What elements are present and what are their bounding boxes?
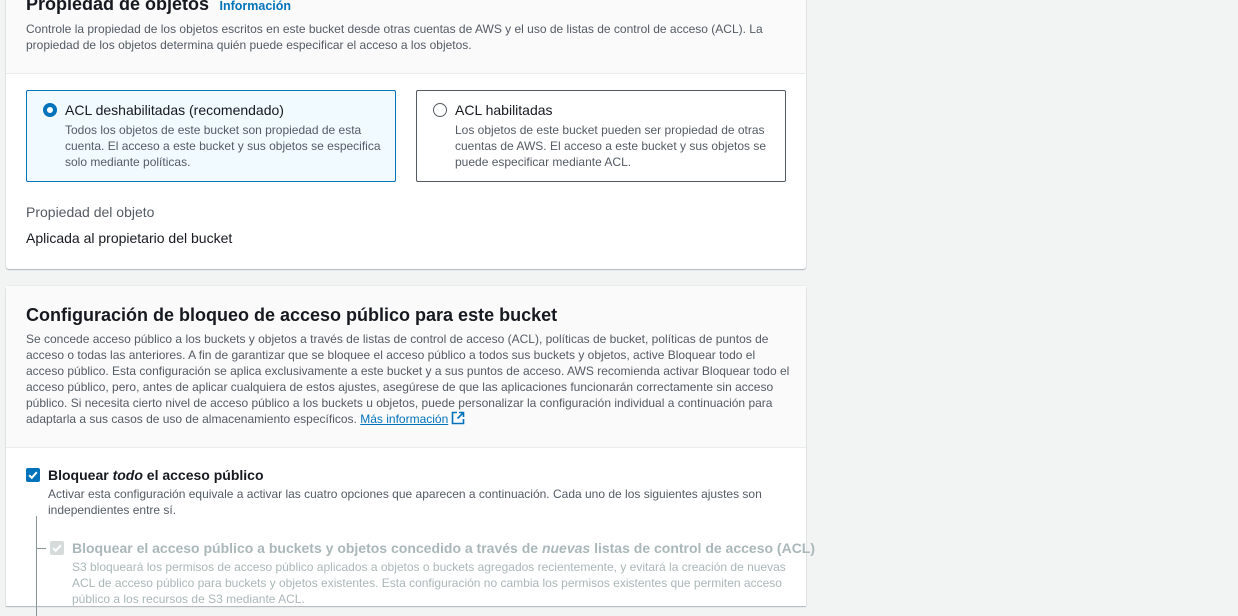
block-new-acls-description: S3 bloqueará los permisos de acceso públ… — [72, 560, 786, 606]
object-property-value: Aplicada al propietario del bucket — [26, 230, 233, 246]
block-new-acls-label-suffix: listas de control de acceso (ACL) — [590, 540, 816, 556]
object-ownership-header: Propiedad de objetos Información Control… — [6, 0, 806, 74]
block-all-description: Activar esta configuración equivale a ac… — [48, 487, 762, 517]
block-all-label: Bloquear todo el acceso público — [48, 467, 264, 483]
block-public-access-description: Se concede acceso público a los buckets … — [26, 331, 791, 429]
block-public-access-title: Configuración de bloqueo de acceso públi… — [26, 305, 558, 325]
block-new-acls-label: Bloquear el acceso público a buckets y o… — [72, 540, 815, 556]
block-public-access-panel: Configuración de bloqueo de acceso públi… — [6, 286, 815, 616]
object-ownership-title-row: Propiedad de objetos Información — [26, 0, 291, 15]
block-new-acls-label-emphasis: nuevas — [541, 540, 591, 556]
acl-enabled-radio[interactable] — [433, 103, 447, 117]
object-ownership-title: Propiedad de objetos — [26, 0, 210, 14]
acl-enabled-option[interactable]: ACL habilitadas Los objetos de este buck… — [416, 90, 786, 182]
page-background — [807, 0, 1238, 579]
tree-connector — [36, 516, 37, 616]
acl-enabled-label: ACL habilitadas — [455, 102, 553, 118]
block-all-label-suffix: el acceso público — [142, 467, 264, 483]
acl-disabled-label: ACL deshabilitadas (recomendado) — [65, 102, 284, 118]
learn-more-link[interactable]: Más información — [360, 412, 448, 426]
block-new-acls-label-prefix: Bloquear el acceso público a buckets y o… — [72, 540, 542, 556]
object-ownership-panel: Propiedad de objetos Información Control… — [6, 0, 806, 269]
acl-disabled-radio[interactable] — [43, 103, 57, 117]
info-link[interactable]: Información — [219, 0, 291, 13]
acl-disabled-description: Todos los objetos de este bucket son pro… — [65, 123, 381, 169]
block-public-access-header: Configuración de bloqueo de acceso públi… — [6, 286, 806, 448]
block-new-acls-checkbox[interactable] — [50, 541, 64, 555]
block-public-access-title-row: Configuración de bloqueo de acceso públi… — [26, 305, 557, 326]
acl-enabled-description: Los objetos de este bucket pueden ser pr… — [455, 123, 767, 169]
block-all-checkbox[interactable] — [26, 468, 40, 482]
block-all-label-emphasis: todo — [112, 467, 143, 483]
block-all-label-prefix: Bloquear — [48, 467, 113, 483]
acl-disabled-option[interactable]: ACL deshabilitadas (recomendado) Todos l… — [26, 90, 396, 182]
object-ownership-description: Controle la propiedad de los objetos esc… — [26, 22, 763, 52]
external-link-icon[interactable] — [451, 411, 465, 429]
tree-branch — [36, 548, 46, 549]
object-property-label: Propiedad del objeto — [26, 204, 155, 220]
